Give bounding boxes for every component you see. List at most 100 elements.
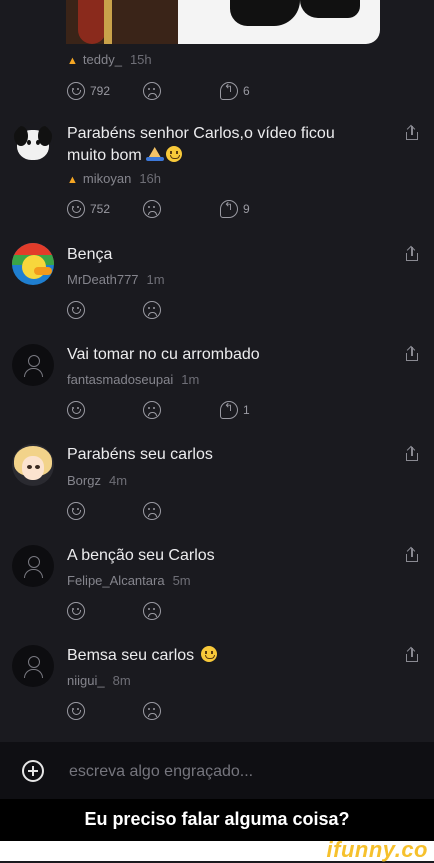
user-icon	[28, 556, 40, 568]
reply-count: 1	[243, 403, 250, 417]
avatar[interactable]	[12, 645, 54, 687]
comment-age: 5m	[172, 573, 191, 588]
avatar-image	[27, 140, 31, 145]
smile-icon	[67, 200, 85, 218]
comment-meta: Felipe_Alcantara 5m	[67, 573, 191, 588]
dislike-button[interactable]	[143, 301, 161, 319]
like-button[interactable]	[67, 401, 85, 419]
flame-icon: ▲	[67, 55, 78, 67]
comment-actions	[67, 301, 267, 323]
praying-hands-icon	[145, 146, 164, 162]
dislike-button[interactable]	[143, 502, 161, 520]
reply-button[interactable]: 6	[220, 82, 250, 100]
comment-actions: 1	[67, 401, 267, 423]
frown-icon	[143, 602, 161, 620]
frown-icon	[143, 401, 161, 419]
smiling-face-icon	[165, 146, 182, 162]
comment-age: 4m	[108, 473, 128, 488]
dislike-button[interactable]	[143, 401, 161, 419]
dislike-button[interactable]	[143, 602, 161, 620]
comment-actions	[67, 702, 267, 724]
comment-age: 8m	[112, 673, 131, 688]
dislike-button[interactable]	[143, 82, 161, 100]
comment-author[interactable]: Borgz	[67, 473, 101, 488]
smile-icon	[67, 702, 85, 720]
user-icon	[28, 355, 40, 367]
share-icon[interactable]	[405, 546, 419, 562]
post-meta: ▲ teddy_ 15h	[67, 52, 152, 67]
dislike-button[interactable]	[143, 200, 161, 218]
smile-icon	[67, 401, 85, 419]
like-button[interactable]: 752	[67, 200, 110, 218]
caption-text: Eu preciso falar alguma coisa?	[84, 809, 350, 829]
frown-icon	[143, 502, 161, 520]
reply-count: 9	[243, 202, 250, 216]
caption-bar: Eu preciso falar alguma coisa?	[0, 799, 434, 841]
avatar[interactable]	[12, 122, 54, 164]
reply-count: 6	[243, 84, 250, 98]
share-icon[interactable]	[405, 124, 419, 140]
user-icon	[24, 368, 43, 377]
comment-author[interactable]: fantasmadoseupai	[67, 372, 173, 387]
share-icon[interactable]	[405, 245, 419, 261]
avatar[interactable]	[12, 444, 54, 486]
smile-icon	[67, 82, 85, 100]
avatar-image	[22, 456, 44, 480]
post-actions: 792 6	[67, 82, 267, 104]
post-media-image[interactable]	[0, 0, 434, 46]
comment-actions	[67, 502, 267, 524]
avatar-image	[35, 465, 40, 469]
comment-meta: MrDeath777 1m	[67, 272, 165, 287]
avatar[interactable]	[12, 545, 54, 587]
frown-icon	[143, 200, 161, 218]
comment-composer	[0, 742, 434, 799]
comment-text: Parabéns senhor Carlos,o vídeo ficou mui…	[67, 123, 335, 167]
comment-input[interactable]	[67, 761, 401, 783]
smile-icon	[67, 502, 85, 520]
like-button[interactable]	[67, 702, 85, 720]
comment-author[interactable]: MrDeath777	[67, 272, 139, 287]
dislike-button[interactable]	[143, 702, 161, 720]
like-button[interactable]	[67, 301, 85, 319]
reply-button[interactable]: 1	[220, 401, 250, 419]
reply-icon	[220, 82, 238, 100]
share-icon[interactable]	[405, 345, 419, 361]
media-shape	[300, 0, 360, 18]
like-button[interactable]	[67, 502, 85, 520]
comment-line-text: Bemsa seu carlos	[67, 647, 195, 664]
comment-text: Parabéns seu carlos	[67, 446, 213, 463]
watermark-logo: ifunny.co	[326, 837, 428, 862]
avatar[interactable]	[12, 243, 54, 285]
share-icon[interactable]	[405, 445, 419, 461]
comment-line: Parabéns senhor Carlos,o vídeo ficou	[67, 125, 335, 142]
smile-icon	[67, 602, 85, 620]
share-icon[interactable]	[405, 646, 419, 662]
comment-author[interactable]: mikoyan	[83, 171, 131, 186]
frown-icon	[143, 82, 161, 100]
comment-meta: niigui_ 8m	[67, 673, 131, 688]
reply-icon	[220, 401, 238, 419]
reply-button[interactable]: 9	[220, 200, 250, 218]
like-button[interactable]: 792	[67, 82, 110, 100]
media-detail	[104, 0, 112, 44]
post-author[interactable]: teddy_	[83, 52, 122, 67]
grinning-face-icon	[200, 646, 217, 662]
comment-age: 1m	[146, 272, 165, 287]
comment-actions: 752 9	[67, 200, 267, 222]
comment-meta: fantasmadoseupai 1m	[67, 372, 199, 387]
avatar[interactable]	[12, 344, 54, 386]
frown-icon	[143, 702, 161, 720]
user-icon	[24, 569, 43, 578]
comment-line: muito bom	[67, 145, 335, 167]
comment-author[interactable]: niigui_	[67, 673, 105, 688]
avatar-image	[14, 126, 28, 146]
comment-actions	[67, 602, 267, 624]
comment-meta: ▲ mikoyan 16h	[67, 171, 161, 186]
flame-icon: ▲	[67, 174, 78, 186]
add-attachment-icon[interactable]	[22, 760, 44, 782]
comment-author[interactable]: Felipe_Alcantara	[67, 573, 165, 588]
like-button[interactable]	[67, 602, 85, 620]
avatar-image	[36, 140, 40, 145]
comment-text: A benção seu Carlos	[67, 547, 215, 564]
comment-text: Bemsa seu carlos	[67, 645, 217, 667]
